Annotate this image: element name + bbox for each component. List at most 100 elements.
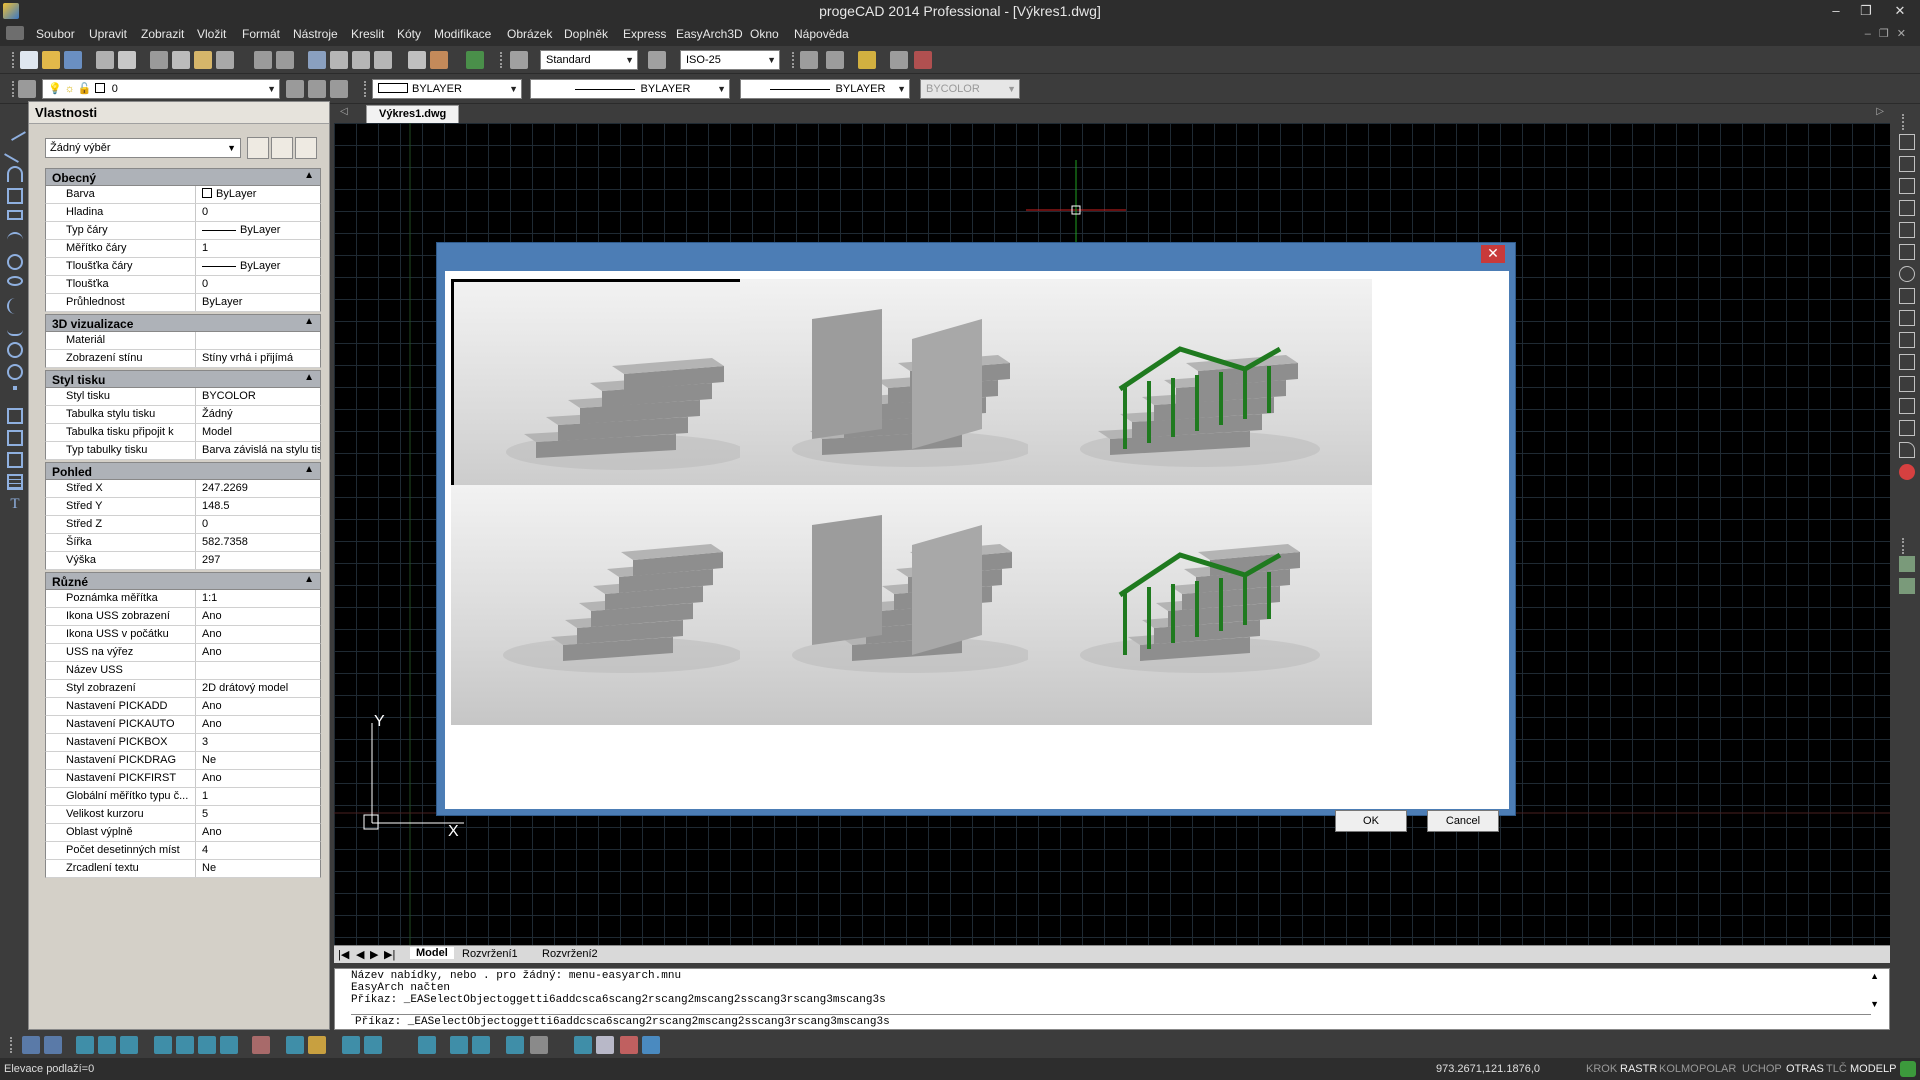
property-value[interactable]: Žádný xyxy=(198,406,320,423)
gradient-icon[interactable] xyxy=(7,430,23,446)
property-value[interactable]: Ano xyxy=(198,608,320,625)
toolbar-grip[interactable] xyxy=(12,81,16,97)
property-value[interactable]: Ano xyxy=(198,626,320,643)
easyarch-stair-icon[interactable] xyxy=(450,1036,468,1054)
tab-scroll-right-icon[interactable]: ▷ xyxy=(1876,106,1884,117)
property-row[interactable]: Střed Y 148.5 xyxy=(45,498,321,516)
layer-manager-icon[interactable] xyxy=(18,80,36,98)
layer-isolate-icon[interactable] xyxy=(1899,578,1915,594)
print-preview-icon[interactable] xyxy=(118,51,136,69)
mirror-icon[interactable] xyxy=(1899,178,1915,194)
menu-vlozit[interactable]: Vložit xyxy=(197,27,226,41)
easyarch-tool-icon[interactable] xyxy=(620,1036,638,1054)
quick-select-button[interactable] xyxy=(295,137,317,159)
line-icon[interactable] xyxy=(4,119,26,141)
open-folder-icon[interactable] xyxy=(42,51,60,69)
move-icon[interactable] xyxy=(1899,244,1915,260)
property-value[interactable]: ByLayer xyxy=(198,222,320,239)
menu-easyarch3d[interactable]: EasyArch3D xyxy=(676,27,743,41)
easyarch-tool-icon[interactable] xyxy=(642,1036,660,1054)
tab-next-icon[interactable]: ▶ xyxy=(370,948,378,961)
status-tlc[interactable]: TLČ xyxy=(1826,1063,1847,1075)
property-row[interactable]: Střed Z 0 xyxy=(45,516,321,534)
color-select[interactable]: BYLAYER ▼ xyxy=(372,79,522,99)
toolbar-grip[interactable] xyxy=(792,52,796,68)
trim-icon[interactable] xyxy=(1899,332,1915,348)
property-value[interactable]: 297 xyxy=(198,552,320,569)
collapse-icon[interactable]: ▲ xyxy=(304,574,314,585)
zoom-realtime-icon[interactable] xyxy=(330,51,348,69)
easyarch-roof-icon[interactable] xyxy=(342,1036,360,1054)
status-tray-icon[interactable] xyxy=(1900,1061,1916,1077)
zoom-window-icon[interactable] xyxy=(352,51,370,69)
scroll-down-icon[interactable]: ▼ xyxy=(1870,999,1879,1009)
easyarch-wall-icon[interactable] xyxy=(98,1036,116,1054)
cut-icon[interactable] xyxy=(150,51,168,69)
new-file-icon[interactable] xyxy=(20,51,38,69)
dim-style-icon[interactable] xyxy=(648,51,666,69)
property-row[interactable]: Globální měřítko typu č... 1 xyxy=(45,788,321,806)
toolbar-grip[interactable] xyxy=(10,1037,14,1053)
property-value[interactable]: Ano xyxy=(198,716,320,733)
menu-kreslit[interactable]: Kreslit xyxy=(351,27,384,41)
stair-spiral-with-railing-thumbnail[interactable] xyxy=(1028,485,1372,725)
donut-icon[interactable] xyxy=(7,342,23,358)
property-row[interactable]: Tabulka tisku připojit k Model xyxy=(45,424,321,442)
property-value[interactable]: Model xyxy=(198,424,320,441)
selection-select[interactable]: Žádný výběr ▼ xyxy=(45,138,241,158)
property-value[interactable]: 1 xyxy=(198,788,320,805)
easyarch-slab-icon[interactable] xyxy=(220,1036,238,1054)
menu-doplnek[interactable]: Doplněk xyxy=(564,27,608,41)
make-current-layer-icon[interactable] xyxy=(286,80,304,98)
object-snap-icon[interactable] xyxy=(826,51,844,69)
menu-soubor[interactable]: Soubor xyxy=(36,27,75,41)
linetype-select[interactable]: BYLAYER ▼ xyxy=(530,79,730,99)
toolbar-grip[interactable] xyxy=(500,52,504,68)
property-row[interactable]: Nastavení PICKBOX 3 xyxy=(45,734,321,752)
property-row[interactable]: Měřítko čáry 1 xyxy=(45,240,321,258)
cancel-button[interactable]: Cancel xyxy=(1427,810,1499,832)
menu-napoveda[interactable]: Nápověda xyxy=(794,27,849,41)
easyarch-stair-icon[interactable] xyxy=(472,1036,490,1054)
point-icon[interactable] xyxy=(13,386,17,390)
property-value[interactable]: Ano xyxy=(198,698,320,715)
toolbar-grip[interactable] xyxy=(1902,114,1910,130)
copy-icon[interactable] xyxy=(172,51,190,69)
menu-zobrazit[interactable]: Zobrazit xyxy=(141,27,184,41)
stair-with-railing-thumbnail[interactable] xyxy=(1028,279,1372,519)
table-icon[interactable] xyxy=(7,474,23,490)
property-row[interactable]: Typ čáry ByLayer xyxy=(45,222,321,240)
property-value[interactable]: Ne xyxy=(198,752,320,769)
property-row[interactable]: Nastavení PICKAUTO Ano xyxy=(45,716,321,734)
scroll-up-icon[interactable]: ▲ xyxy=(1870,971,1879,981)
menu-format[interactable]: Formát xyxy=(242,27,280,41)
property-row[interactable]: Tloušťka čáry ByLayer xyxy=(45,258,321,276)
property-value[interactable]: 0 xyxy=(198,204,320,221)
property-value[interactable]: 4 xyxy=(198,842,320,859)
layer-previous-icon[interactable] xyxy=(308,80,326,98)
lineweight-select[interactable]: BYLAYER ▼ xyxy=(740,79,910,99)
tab-model[interactable]: Model xyxy=(410,947,454,959)
fillet-icon[interactable] xyxy=(1899,442,1915,458)
mdi-window-controls[interactable]: –❐✕ xyxy=(1865,27,1914,40)
tab-rozvrzeni2[interactable]: Rozvržení2 xyxy=(542,948,598,960)
property-row[interactable]: Velikost kurzoru 5 xyxy=(45,806,321,824)
easyarch-door-icon[interactable] xyxy=(308,1036,326,1054)
property-row[interactable]: Tloušťka 0 xyxy=(45,276,321,294)
tab-rozvrzeni1[interactable]: Rozvržení1 xyxy=(462,948,518,960)
menu-upravit[interactable]: Upravit xyxy=(89,27,127,41)
property-row[interactable]: Oblast výplně Ano xyxy=(45,824,321,842)
property-row[interactable]: Průhlednost ByLayer xyxy=(45,294,321,312)
property-value[interactable]: ByLayer xyxy=(198,258,320,275)
property-row[interactable]: Zobrazení stínu Stíny vrhá i přijímá xyxy=(45,350,321,368)
property-row[interactable]: Poznámka měřítka 1:1 xyxy=(45,590,321,608)
easyarch-tool-icon[interactable] xyxy=(44,1036,62,1054)
easyarch-window-icon[interactable] xyxy=(252,1036,270,1054)
array-icon[interactable] xyxy=(1899,222,1915,238)
layer-state-icon[interactable] xyxy=(858,51,876,69)
help-icon[interactable] xyxy=(466,51,484,69)
extend-icon[interactable] xyxy=(1899,354,1915,370)
easyarch-stair-icon[interactable] xyxy=(418,1036,436,1054)
paste-icon[interactable] xyxy=(194,51,212,69)
category-header[interactable]: Pohled ▲ xyxy=(45,462,321,480)
